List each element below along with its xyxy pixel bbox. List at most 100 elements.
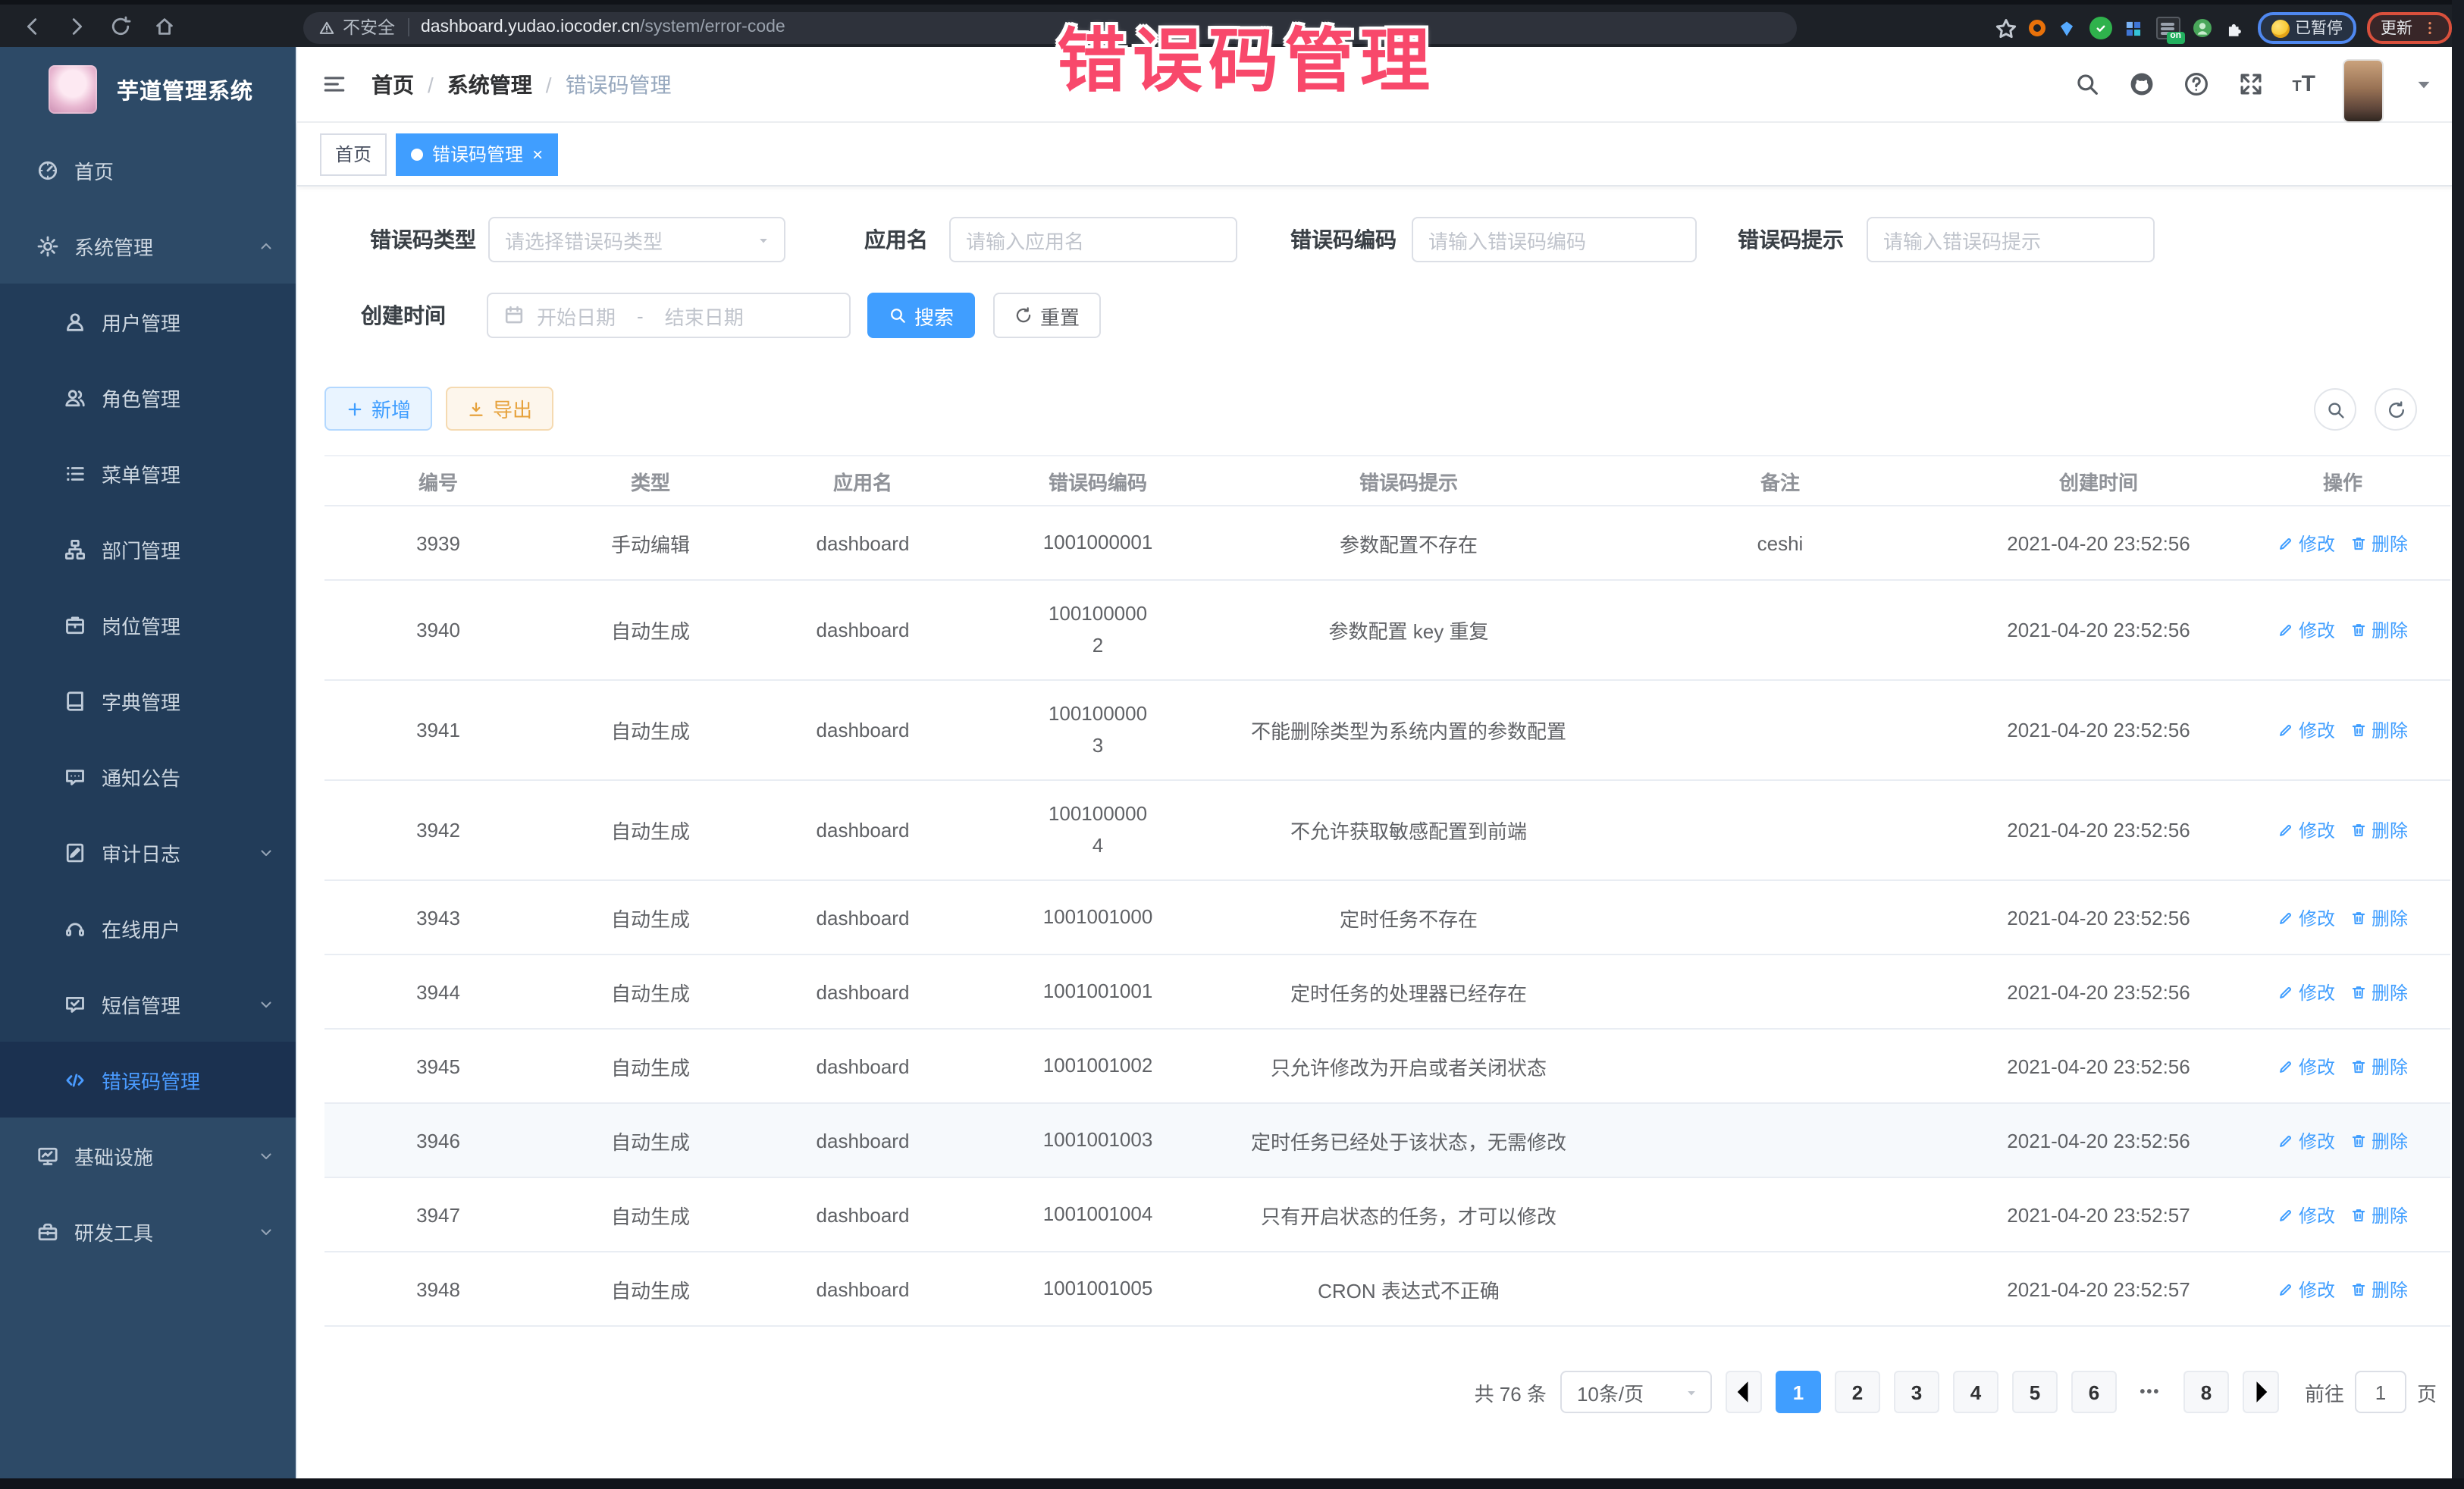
page-button-2[interactable]: 2 [1835, 1371, 1880, 1413]
font-size-icon[interactable]: TT [2292, 73, 2315, 96]
prev-page-button[interactable] [1726, 1371, 1762, 1413]
sidebar-item-在线用户[interactable]: 在线用户 [0, 890, 296, 966]
delete-link[interactable]: 删除 [2350, 1053, 2408, 1079]
forward-icon[interactable] [65, 14, 88, 37]
sidebar-item-角色管理[interactable]: 角色管理 [0, 359, 296, 435]
edit-link[interactable]: 修改 [2277, 1053, 2335, 1079]
delete-link[interactable]: 删除 [2350, 530, 2408, 556]
app-logo-row[interactable]: 芋道管理系统 [0, 47, 296, 132]
delete-link[interactable]: 删除 [2350, 1276, 2408, 1302]
security-label[interactable]: 不安全 [343, 15, 395, 39]
chevron-down-icon[interactable] [2411, 71, 2437, 97]
cell-note [1598, 1252, 1962, 1326]
edit-link[interactable]: 修改 [2277, 617, 2335, 643]
table-body: 3939手动编辑dashboard1001000001参数配置不存在ceshi2… [324, 506, 2450, 1326]
sidebar-item-错误码管理[interactable]: 错误码管理 [0, 1042, 296, 1118]
user-avatar[interactable] [2344, 60, 2382, 121]
sidebar-item-短信管理[interactable]: 短信管理 [0, 966, 296, 1042]
sidebar-item-首页[interactable]: 首页 [0, 132, 296, 208]
delete-link[interactable]: 删除 [2350, 617, 2408, 643]
sidebar-item-菜单管理[interactable]: 菜单管理 [0, 435, 296, 511]
error-type-select[interactable]: 请选择错误码类型 [488, 217, 785, 262]
app-name-input[interactable]: 请输入应用名 [949, 217, 1237, 262]
tree-icon [64, 538, 86, 560]
page-button-1[interactable]: 1 [1776, 1371, 1821, 1413]
sidebar-item-通知公告[interactable]: 通知公告 [0, 738, 296, 814]
edit-link[interactable]: 修改 [2277, 1202, 2335, 1227]
close-icon[interactable]: × [532, 145, 543, 163]
table-refresh-button[interactable] [2375, 388, 2417, 431]
tag-错误码管理[interactable]: 错误码管理× [396, 133, 558, 175]
page-size-select[interactable]: 10条/页 [1560, 1371, 1712, 1413]
ext-puzzle-icon[interactable] [2224, 17, 2246, 39]
ext-green-check-icon[interactable] [2089, 17, 2111, 39]
ext-spy-icon[interactable] [2190, 17, 2213, 39]
delete-link[interactable]: 删除 [2350, 1127, 2408, 1153]
sidebar-item-字典管理[interactable]: 字典管理 [0, 663, 296, 738]
delete-link[interactable]: 删除 [2350, 979, 2408, 1005]
hamburger-icon[interactable] [321, 71, 347, 97]
browser-extensions-area: on 已暂停更新 [1993, 5, 2452, 52]
page-button-5[interactable]: 5 [2012, 1371, 2058, 1413]
sidebar-item-部门管理[interactable]: 部门管理 [0, 511, 296, 587]
table-search-button[interactable] [2314, 388, 2356, 431]
goto-page-input[interactable] [2355, 1371, 2406, 1413]
browser-update-button[interactable]: 更新 [2367, 12, 2452, 44]
next-page-button[interactable] [2243, 1371, 2279, 1413]
delete-link[interactable]: 删除 [2350, 904, 2408, 930]
cell-actions: 修改删除 [2235, 506, 2450, 580]
page-button-8[interactable]: 8 [2183, 1371, 2229, 1413]
tag-首页[interactable]: 首页 [320, 133, 387, 175]
reset-button[interactable]: 重置 [993, 293, 1101, 338]
edit-link[interactable]: 修改 [2277, 904, 2335, 930]
tags-bar: 首页错误码管理× [297, 123, 2464, 187]
help-icon[interactable] [2183, 71, 2209, 97]
breadcrumb-item[interactable]: 系统管理 [447, 69, 532, 99]
home-icon[interactable] [153, 14, 176, 37]
export-button[interactable]: 导出 [446, 387, 553, 431]
edit-link[interactable]: 修改 [2277, 717, 2335, 743]
sidebar-item-系统管理[interactable]: 系统管理 [0, 208, 296, 284]
breadcrumb-item[interactable]: 首页 [371, 69, 414, 99]
kebab-menu-icon[interactable] [2422, 20, 2438, 36]
cell-actions: 修改删除 [2235, 780, 2450, 880]
edit-link[interactable]: 修改 [2277, 1127, 2335, 1153]
edit-link[interactable]: 修改 [2277, 817, 2335, 843]
sidebar-item-岗位管理[interactable]: 岗位管理 [0, 587, 296, 663]
page-ellipsis[interactable]: ••• [2130, 1371, 2170, 1413]
sidebar-item-审计日志[interactable]: 审计日志 [0, 814, 296, 890]
delete-link[interactable]: 删除 [2350, 717, 2408, 743]
ext-gem-icon[interactable] [2055, 17, 2078, 39]
github-icon[interactable] [2128, 71, 2154, 97]
cell-note [1598, 1177, 1962, 1252]
sidebar-item-用户管理[interactable]: 用户管理 [0, 284, 296, 359]
search-button[interactable]: 搜索 [867, 293, 975, 338]
add-button[interactable]: 新增 [324, 387, 432, 431]
refresh-icon [1014, 306, 1033, 324]
fullscreen-icon[interactable] [2237, 71, 2263, 97]
delete-link[interactable]: 删除 [2350, 1202, 2408, 1227]
back-icon[interactable] [21, 14, 44, 37]
page-button-3[interactable]: 3 [1894, 1371, 1939, 1413]
url-text[interactable]: dashboard.yudao.iocoder.cn/system/error-… [421, 18, 785, 36]
ext-on-icon[interactable]: on [2155, 17, 2180, 39]
delete-link[interactable]: 删除 [2350, 817, 2408, 843]
ext-grid-icon[interactable] [2122, 17, 2145, 39]
reload-icon[interactable] [109, 14, 132, 37]
edit-link[interactable]: 修改 [2277, 530, 2335, 556]
extension-paused-badge[interactable]: 已暂停 [2257, 12, 2356, 44]
edit-link[interactable]: 修改 [2277, 979, 2335, 1005]
error-code-input[interactable]: 请输入错误码编码 [1412, 217, 1697, 262]
table-row: 3940自动生成dashboard100100000 2参数配置 key 重复2… [324, 580, 2450, 680]
sidebar-item-研发工具[interactable]: 研发工具 [0, 1193, 296, 1269]
ext-orange-icon[interactable] [2028, 20, 2045, 36]
edit-link[interactable]: 修改 [2277, 1276, 2335, 1302]
bookmark-star-icon[interactable] [1993, 16, 2017, 40]
page-button-6[interactable]: 6 [2071, 1371, 2117, 1413]
address-bar[interactable]: 不安全 dashboard.yudao.iocoder.cn/system/er… [303, 11, 1797, 43]
date-range-picker[interactable]: 开始日期 - 结束日期 [487, 293, 851, 338]
page-button-4[interactable]: 4 [1953, 1371, 1998, 1413]
search-icon[interactable] [2074, 71, 2099, 97]
sidebar-item-基础设施[interactable]: 基础设施 [0, 1118, 296, 1193]
error-msg-input[interactable]: 请输入错误码提示 [1867, 217, 2155, 262]
